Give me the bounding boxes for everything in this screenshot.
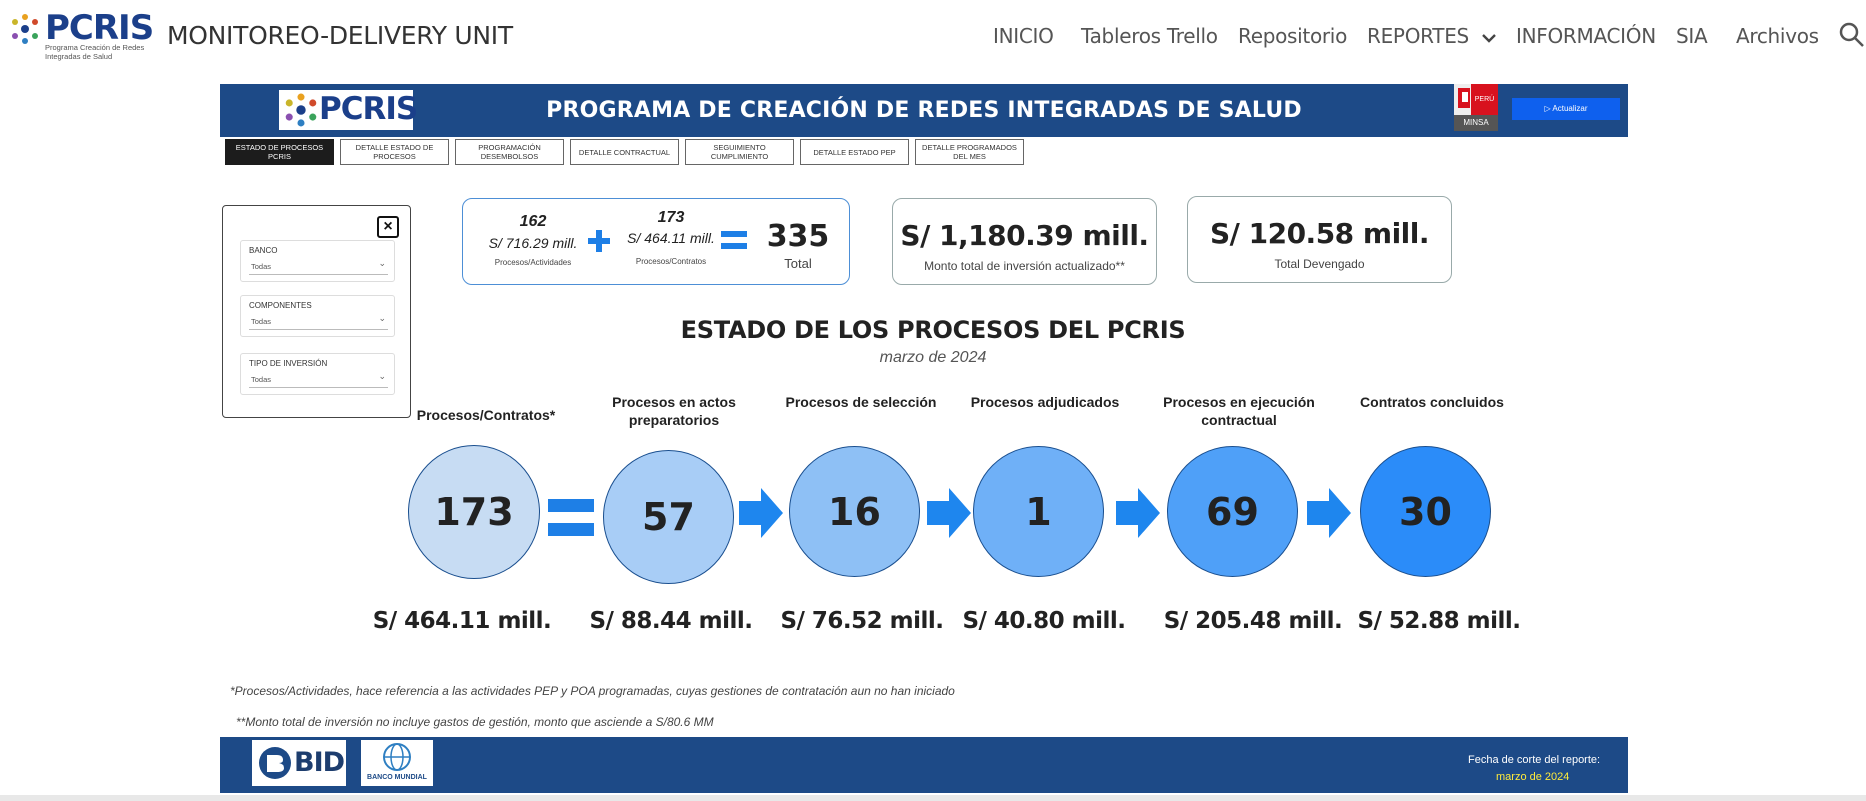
section-subtitle: marzo de 2024	[879, 349, 987, 366]
cutoff-label: Fecha de corte del reporte:	[1468, 754, 1601, 766]
kpi-investment-value: S/ 1,180.39 mill.	[900, 219, 1149, 252]
stage-label-contratos-concluidos: Contratos concluidos	[1360, 394, 1504, 410]
close-icon[interactable]: ×	[377, 216, 399, 238]
stage-amount-ejecucion-contractual: S/ 205.48 mill.	[1163, 608, 1343, 634]
chevron-down-icon: ⌄	[378, 371, 386, 381]
filter-tipo-inversion-value: Todas	[251, 375, 272, 384]
nav-inicio[interactable]: INICIO	[993, 24, 1054, 48]
bid-emblem-icon	[259, 747, 291, 779]
stage-count-actos-preparatorios: 57	[603, 450, 734, 584]
chevron-down-icon: ⌄	[378, 258, 386, 268]
nav-reportes-label: REPORTES	[1367, 24, 1469, 48]
tab-detalle-contractual[interactable]: DETALLE CONTRACTUAL	[570, 139, 679, 165]
stage-count-ejecucion-contractual: 69	[1167, 446, 1298, 577]
kpi-left-amount: S/ 716.29 mill.	[488, 235, 578, 251]
nav-reportes[interactable]: REPORTES	[1367, 24, 1497, 48]
arrow-right-icon	[739, 488, 783, 538]
arrow-right-icon	[1307, 488, 1351, 538]
stage-label-seleccion: Procesos de selección	[785, 394, 937, 410]
nav-archivos[interactable]: Archivos	[1736, 24, 1819, 48]
top-navbar: PCRIS Programa Creación de Redes Integra…	[0, 0, 1866, 70]
tab-detalle-estado-procesos[interactable]: DETALLE ESTADO DE PROCESOS	[340, 139, 449, 165]
minsa-label: MINSA	[1454, 115, 1498, 131]
kpi-investment-label: Monto total de inversión actualizado**	[924, 259, 1125, 273]
banco-mundial-logo: BANCO MUNDIAL	[361, 740, 433, 786]
nav-repositorio[interactable]: Repositorio	[1238, 24, 1347, 48]
stage-amount-actos-preparatorios: S/ 88.44 mill.	[589, 608, 753, 634]
bid-text: BID	[294, 747, 345, 778]
site-logo[interactable]: PCRIS	[45, 8, 154, 48]
footnote-monto-total: **Monto total de inversión no incluye ga…	[236, 715, 714, 729]
filter-underline	[249, 387, 388, 388]
kpi-investment-card: S/ 1,180.39 mill. Monto total de inversi…	[892, 198, 1157, 285]
stage-amount-contratos-concluidos: S/ 52.88 mill.	[1357, 608, 1521, 634]
refresh-button-label: Actualizar	[1552, 104, 1588, 113]
stage-label-procesos-contratos: Procesos/Contratos*	[416, 407, 556, 423]
filter-banco-value: Todas	[251, 262, 272, 271]
kpi-left-label: Procesos/Actividades	[494, 258, 572, 267]
refresh-button[interactable]: ▷ Actualizar	[1512, 98, 1620, 120]
pcris-logo-icon	[12, 14, 38, 44]
tab-detalle-estado-pep[interactable]: DETALLE ESTADO PEP	[800, 139, 909, 165]
kpi-right-count: 173	[657, 209, 685, 226]
tab-detalle-programados-mes[interactable]: DETALLE PROGRAMADOS DEL MES	[915, 139, 1024, 165]
filter-componentes-label: COMPONENTES	[249, 301, 312, 310]
stage-count-adjudicados: 1	[973, 446, 1104, 577]
peru-label: PERÚ	[1471, 84, 1498, 115]
globe-icon	[383, 743, 411, 771]
stage-count-seleccion: 16	[789, 446, 920, 577]
tab-estado-procesos[interactable]: ESTADO DE PROCESOS PCRIS	[225, 139, 334, 165]
section-title: ESTADO DE LOS PROCESOS DEL PCRIS	[680, 316, 1186, 344]
stage-count-contratos-concluidos: 30	[1360, 446, 1491, 577]
filter-banco[interactable]: BANCO Todas ⌄	[240, 240, 395, 282]
cutoff-date: marzo de 2024	[1496, 771, 1570, 783]
report-title: PROGRAMA DE CREACIÓN DE REDES INTEGRADAS…	[546, 98, 1302, 123]
nav-informacion[interactable]: INFORMACIÓN	[1516, 24, 1656, 48]
kpi-left-count: 162	[519, 213, 547, 230]
logo-subtitle: Programa Creación de Redes Integradas de…	[45, 43, 145, 61]
filter-banco-label: BANCO	[249, 246, 278, 255]
stage-label-adjudicados: Procesos adjudicados	[970, 394, 1120, 410]
footnote-procesos-actividades: *Procesos/Actividades, hace referencia a…	[230, 684, 955, 698]
kpi-devengado-card: S/ 120.58 mill. Total Devengado	[1187, 196, 1452, 283]
kpi-devengado-label: Total Devengado	[1274, 257, 1365, 271]
stage-amount-seleccion: S/ 76.52 mill.	[780, 608, 944, 634]
stage-amount-adjudicados: S/ 40.80 mill.	[962, 608, 1126, 634]
kpi-right-amount: S/ 464.11 mill.	[627, 230, 715, 246]
search-icon[interactable]	[1838, 21, 1866, 49]
kpi-right-label: Procesos/Contratos	[635, 257, 707, 266]
kpi-sum-card: 162 S/ 716.29 mill. Procesos/Actividades…	[462, 198, 850, 285]
stage-label-ejecucion-contractual: Procesos en ejecución contractual	[1163, 394, 1315, 428]
equals-icon	[548, 499, 594, 536]
page-bottom-strip	[0, 795, 1866, 801]
nav-tableros-trello[interactable]: Tableros Trello	[1081, 24, 1218, 48]
kpi-devengado-value: S/ 120.58 mill.	[1209, 217, 1430, 250]
kpi-total-label: Total	[784, 256, 812, 271]
site-title[interactable]: MONITOREO-DELIVERY UNIT	[167, 21, 513, 50]
filter-panel: × BANCO Todas ⌄ COMPONENTES Todas ⌄ TIPO…	[222, 205, 411, 418]
chevron-down-icon	[1482, 33, 1496, 43]
arrow-right-icon	[927, 488, 971, 538]
tab-seguimiento-cumplimiento[interactable]: SEGUIMIENTO CUMPLIMIENTO	[685, 139, 794, 165]
stage-amount-procesos-contratos: S/ 464.11 mill.	[372, 608, 552, 634]
kpi-total: 335	[766, 219, 830, 254]
report-footer: BID BANCO MUNDIAL Fecha de corte del rep…	[220, 737, 1628, 793]
bid-logo: BID	[252, 740, 346, 786]
banco-mundial-text: BANCO MUNDIAL	[367, 774, 427, 781]
nav-sia[interactable]: SIA	[1676, 24, 1708, 48]
arrow-right-icon	[1116, 488, 1160, 538]
stage-label-actos-preparatorios: Procesos en actos preparatorios	[612, 394, 736, 428]
filter-underline	[249, 274, 388, 275]
stage-count-procesos-contratos: 173	[408, 445, 540, 579]
tab-programacion-desembolsos[interactable]: PROGRAMACIÓN DESEMBOLSOS	[455, 139, 564, 165]
equals-icon	[721, 231, 747, 249]
report-banner: PCRIS PROGRAMA DE CREACIÓN DE REDES INTE…	[220, 84, 1628, 137]
